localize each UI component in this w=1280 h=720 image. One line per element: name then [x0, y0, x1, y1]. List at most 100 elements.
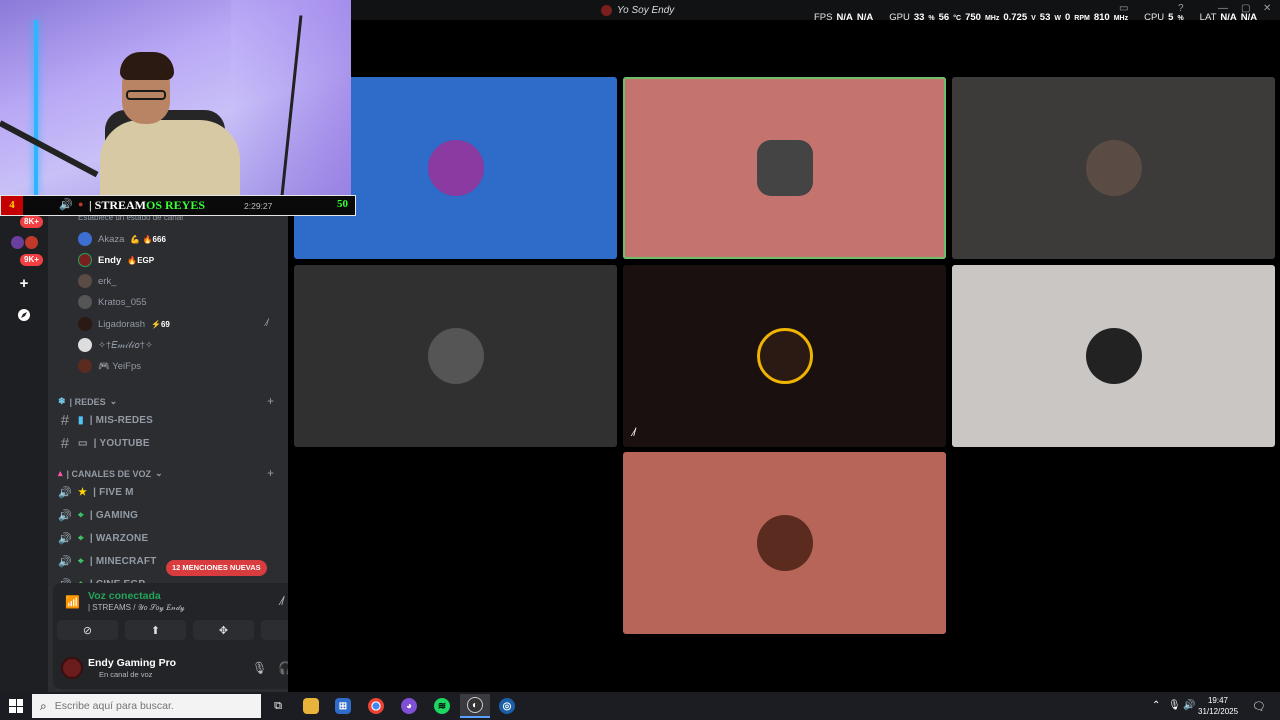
taskbar-clock[interactable]: 19:47 31/12/2025 [1198, 695, 1238, 717]
muted-icon: ⁄̸ [266, 318, 268, 329]
activities-icon: ✥ [218, 624, 229, 637]
stream-overlay-bar: 4 🔊 ● | STREAMOS REYES 2:29:27 50 [0, 195, 356, 216]
user-name[interactable]: Endy Gaming Pro [88, 657, 176, 669]
voice-member[interactable]: Akaza 💪 🔥666 [78, 230, 166, 248]
chrome-icon [368, 698, 384, 714]
avatar [427, 140, 484, 196]
signal-icon[interactable]: 📶 [65, 595, 80, 609]
video-tile[interactable] [952, 265, 1275, 447]
avatar [78, 317, 92, 331]
camera-off-button[interactable]: ⊘ [57, 620, 118, 640]
video-tile[interactable] [623, 452, 946, 634]
spotify-button[interactable]: ≋ [427, 694, 457, 718]
avatar [78, 295, 92, 309]
voice-member[interactable]: erk_ [78, 272, 116, 290]
store-icon: ⊞ [335, 698, 351, 714]
add-server-icon[interactable]: + [12, 271, 36, 295]
avatar [1085, 328, 1142, 384]
avatar [78, 253, 92, 267]
obs-icon: ◐ [467, 697, 483, 713]
headphones-icon[interactable]: 🎧 [278, 661, 288, 675]
noise-suppression-icon[interactable]: ⁄̸ [281, 594, 283, 608]
add-channel-icon[interactable]: + [267, 466, 274, 480]
avatar: ● [78, 199, 84, 209]
channel-five-m[interactable]: 🔊 ★ | FIVE M [58, 482, 134, 502]
screen: 8K+ 9K+ + Establece un estado de canal A… [0, 0, 1280, 720]
category-redes[interactable]: ❄ | REDES ⌄ [58, 396, 117, 407]
channel-minecraft[interactable]: 🔊 ⌖ | MINECRAFT [58, 551, 157, 571]
new-mentions-pill[interactable]: 12 MENCIONES NUEVAS [166, 560, 267, 576]
voice-member[interactable]: 🎮 YeiFps [78, 357, 141, 375]
avatar [756, 328, 813, 384]
voice-member[interactable]: Kratos_055 [78, 293, 147, 311]
discord-button[interactable]: ◕ [394, 694, 424, 718]
gamepad-icon: ⌖ [78, 532, 84, 544]
folder-icon [303, 698, 319, 714]
store-button[interactable]: ⊞ [328, 694, 358, 718]
task-view-icon: ⧉ [274, 699, 282, 712]
file-explorer-button[interactable] [296, 694, 326, 718]
channel-youtube[interactable]: # ▭ | YOUTUBE [58, 433, 150, 453]
star-icon: ★ [78, 486, 88, 498]
notifications-icon[interactable]: 🗨 [1252, 700, 1266, 713]
video-tile[interactable] [294, 265, 617, 447]
avatar[interactable] [61, 657, 83, 679]
voice-member[interactable]: Endy 🔥EGP [78, 251, 154, 269]
speaker-icon: 🔊 [59, 199, 73, 211]
speaker-icon: 🔊 [58, 532, 72, 545]
gamepad-icon: ⌖ [78, 555, 84, 567]
voice-member[interactable]: Ligadorash ⚡69 [78, 315, 170, 333]
microphone-icon[interactable]: 🎙 [252, 661, 267, 675]
windows-start-icon[interactable] [9, 699, 23, 713]
steam-button[interactable]: ◎ [492, 694, 522, 718]
laptop-icon: ▭ [78, 437, 88, 449]
server-icon[interactable] [25, 236, 38, 249]
channel-mis-redes[interactable]: # ▮ | MIS-REDES [58, 410, 153, 430]
video-tile[interactable]: ⁄̸ [623, 265, 946, 447]
volume-icon[interactable]: 🔊 [1183, 700, 1195, 711]
voice-video-grid: ⁄̸ [288, 20, 1280, 692]
user-panel: Endy Gaming Pro En canal de voz 🎙 🎧 ⚙ [53, 647, 288, 689]
user-status: En canal de voz [99, 670, 153, 679]
voice-status-title[interactable]: Voz conectada [88, 590, 161, 602]
explore-icon[interactable] [12, 303, 36, 327]
taskbar-search[interactable]: ⌕ [32, 694, 261, 718]
speaker-icon: 🔊 [58, 509, 72, 522]
avatar [427, 328, 484, 384]
overlay-right-number: 50 [337, 198, 348, 210]
voice-member[interactable]: ✧†𝐸𝓂𝒾𝓁𝒾𝑜†✧ [78, 336, 153, 354]
phone-icon: ▮ [78, 414, 84, 426]
server-icon[interactable] [11, 236, 24, 249]
task-view-button[interactable]: ⧉ [263, 694, 293, 718]
search-input[interactable] [54, 700, 245, 712]
avatar [756, 515, 813, 571]
chevron-down-icon: ⌄ [109, 396, 118, 406]
chrome-button[interactable] [361, 694, 391, 718]
overlay-timer: 2:29:27 [244, 201, 273, 211]
steam-icon: ◎ [499, 698, 515, 714]
microphone-icon[interactable]: 🎙 [1168, 700, 1181, 711]
bottle-icon: ▴ [58, 468, 63, 478]
close-icon[interactable]: ✕ [1263, 3, 1271, 14]
screen-share-button[interactable]: ⬆ [125, 620, 186, 640]
server-badge: 8K+ [20, 216, 43, 228]
channel-gaming[interactable]: 🔊 ⌖ | GAMING [58, 505, 138, 525]
voice-channel-name[interactable]: | STREAMS / 𝒴𝑜 𝒮𝑜𝓎 𝐸𝓃𝒹𝓎 [88, 603, 185, 613]
overlay-title: | STREAMOS REYES [89, 198, 206, 212]
server-badge: 9K+ [20, 254, 43, 266]
activities-button[interactable]: ✥ [193, 620, 254, 640]
window-title: Yo Soy Endy [601, 5, 674, 16]
add-channel-icon[interactable]: + [267, 394, 274, 408]
chevron-up-icon[interactable]: ⌃ [1152, 700, 1160, 711]
avatar [756, 140, 813, 196]
voice-connected-panel: 📶 Voz conectada | STREAMS / 𝒴𝑜 𝒮𝑜𝓎 𝐸𝓃𝒹𝓎 … [53, 583, 288, 647]
avatar [78, 338, 92, 352]
category-canales-de-voz[interactable]: ▴ | CANALES DE VOZ ⌄ [58, 468, 163, 479]
video-tile[interactable] [623, 77, 946, 259]
video-tile[interactable] [952, 77, 1275, 259]
soundboard-button[interactable]: ♪ [261, 620, 288, 640]
channel-warzone[interactable]: 🔊 ⌖ | WARZONE [58, 528, 148, 548]
avatar [1085, 140, 1142, 196]
chevron-down-icon: ⌄ [155, 468, 163, 478]
obs-button[interactable]: ◐ [460, 694, 490, 718]
